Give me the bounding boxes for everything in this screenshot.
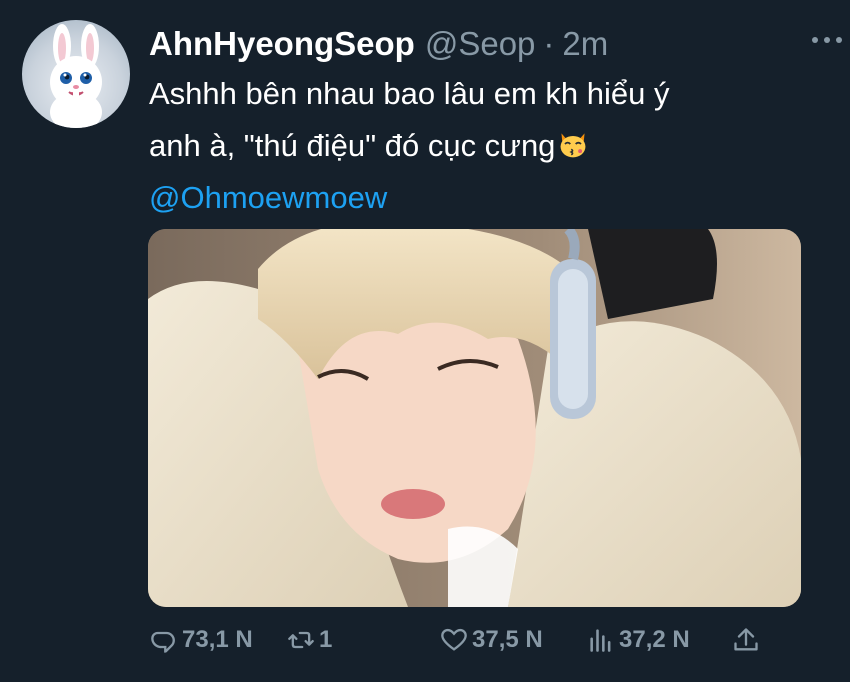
header-separator: · [543,25,555,62]
share-button[interactable] [732,622,764,658]
reply-button[interactable]: 73,1 N [150,622,253,658]
author-handle[interactable]: @Seop [425,25,536,63]
mention-link[interactable]: @Ohmoewmoew [149,180,387,215]
views-count: 37,2 N [619,626,690,653]
kissing-cat-emoji-icon [560,133,586,158]
share-icon [734,628,758,651]
tweet-timestamp[interactable]: 2m [562,25,608,63]
avatar[interactable] [22,20,130,128]
retweet-button[interactable]: 1 [287,622,332,658]
tweet-photo-image [148,229,801,607]
heart-icon [441,628,467,651]
more-horizontal-icon [812,37,818,43]
retweet-count: 1 [319,626,333,653]
analytics-icon [590,629,611,652]
like-count: 37,5 N [472,626,543,653]
like-button[interactable]: 37,5 N [440,622,543,658]
more-options-button[interactable] [812,30,842,50]
reply-count: 73,1 N [182,626,253,653]
tweet-header: AhnHyeongSeop @Seop · 2m [149,25,608,63]
retweet-icon [288,631,314,649]
tweet: AhnHyeongSeop @Seop · 2m Ashhh bên nhau … [0,0,850,682]
reply-icon [151,631,175,653]
views-button[interactable]: 37,2 N [587,622,690,658]
mention-line: @Ohmoewmoew [149,172,809,224]
tweet-photo[interactable] [148,229,801,607]
tweet-actions: 73,1 N 1 37,5 N 37,2 N [150,622,780,658]
author-display-name[interactable]: AhnHyeongSeop [149,25,415,63]
tweet-text: Ashhh bên nhau bao lâu em kh hiểu ý anh … [149,68,809,224]
tweet-text-line-2-wrapper: anh à, "thú điệu" đó cục cưng [149,120,809,172]
bunny-avatar-image [50,24,102,128]
tweet-text-line-1: Ashhh bên nhau bao lâu em kh hiểu ý [149,76,670,111]
tweet-text-line-2: anh à, "thú điệu" đó cục cưng [149,128,556,163]
